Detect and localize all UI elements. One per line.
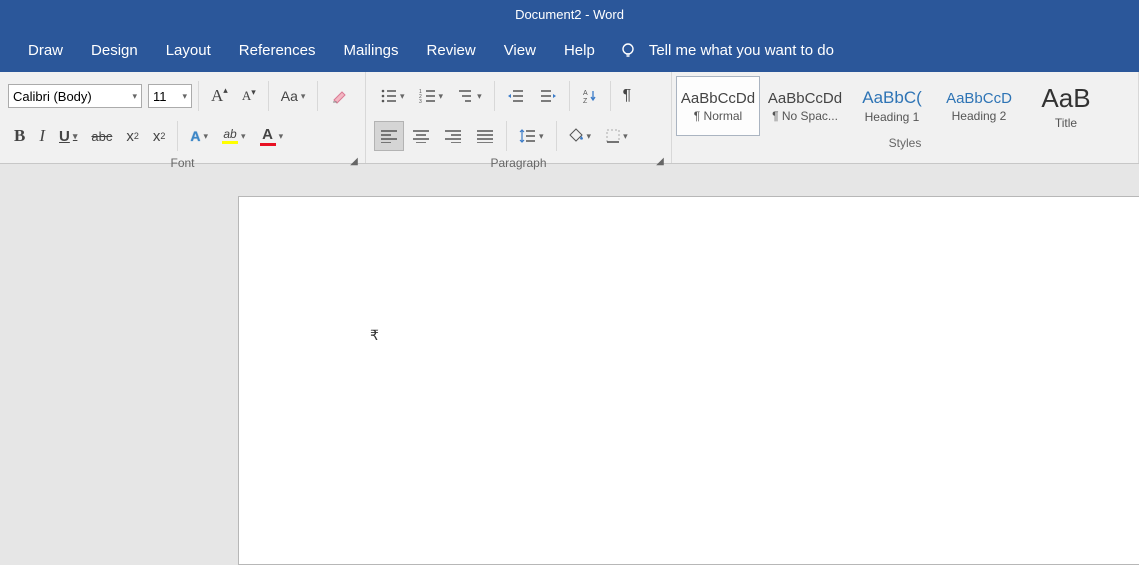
svg-text:A: A <box>583 90 588 97</box>
style-normal[interactable]: AaBbCcDd ¶ Normal <box>676 76 760 136</box>
dialog-launcher-icon[interactable]: ◢ <box>653 154 667 168</box>
group-label-styles: Styles <box>672 136 1138 156</box>
tell-me[interactable]: Tell me what you want to do <box>619 42 834 60</box>
bold-button[interactable]: B <box>8 121 31 151</box>
subscript-button[interactable]: x2 <box>120 121 145 151</box>
shrink-font-button[interactable]: A▾ <box>236 81 262 111</box>
title-bar: Document2 - Word <box>0 0 1139 29</box>
chevron-down-icon: ▾ <box>477 91 482 102</box>
separator <box>494 81 495 111</box>
borders-button[interactable]: ▾ <box>599 121 634 151</box>
separator <box>610 81 611 111</box>
decrease-indent-button[interactable] <box>501 81 531 111</box>
style-no-spacing[interactable]: AaBbCcDd ¶ No Spac... <box>763 76 847 136</box>
separator <box>556 121 557 151</box>
line-spacing-button[interactable]: ▾ <box>513 121 550 151</box>
shading-button[interactable]: ▾ <box>563 121 598 151</box>
separator <box>268 81 269 111</box>
group-font: Calibri (Body) ▾ 11 ▾ A▴ A▾ Aa▾ B <box>0 72 366 163</box>
show-marks-button[interactable]: ¶ <box>617 81 638 111</box>
chevron-down-icon: ▾ <box>182 91 187 102</box>
separator <box>317 81 318 111</box>
ribbon: Calibri (Body) ▾ 11 ▾ A▴ A▾ Aa▾ B <box>0 72 1139 164</box>
svg-text:3: 3 <box>419 99 422 104</box>
style-name: ¶ No Spac... <box>772 109 838 123</box>
style-heading-2[interactable]: AaBbCcD Heading 2 <box>937 76 1021 136</box>
tell-me-label: Tell me what you want to do <box>649 42 834 59</box>
highlight-color-swatch <box>222 141 238 144</box>
separator <box>198 81 199 111</box>
style-sample: AaBbCcDd <box>768 90 842 107</box>
chevron-down-icon: ▾ <box>279 131 284 142</box>
style-sample: AaB <box>1041 83 1090 114</box>
justify-button[interactable] <box>470 121 500 151</box>
lightbulb-icon <box>619 42 637 60</box>
ribbon-tabs: Draw Design Layout References Mailings R… <box>0 29 1139 72</box>
style-name: ¶ Normal <box>694 109 742 123</box>
styles-gallery[interactable]: AaBbCcDd ¶ Normal AaBbCcDd ¶ No Spac... … <box>672 72 1138 136</box>
chevron-down-icon: ▾ <box>539 131 544 142</box>
tab-design[interactable]: Design <box>77 29 152 72</box>
style-sample: AaBbC( <box>862 88 922 108</box>
text-effects-button[interactable]: A ▾ <box>184 121 214 151</box>
chevron-down-icon: ▾ <box>301 91 306 102</box>
svg-text:Z: Z <box>583 98 588 104</box>
align-center-button[interactable] <box>406 121 436 151</box>
chevron-down-icon: ▾ <box>204 131 209 142</box>
separator <box>506 121 507 151</box>
font-size-value: 11 <box>153 89 167 104</box>
group-paragraph: ▾ 123 ▾ ▾ AZ <box>366 72 672 163</box>
window-title: Document2 - Word <box>515 7 624 22</box>
chevron-down-icon: ▾ <box>73 131 78 142</box>
tab-layout[interactable]: Layout <box>152 29 225 72</box>
font-family-value: Calibri (Body) <box>13 89 92 104</box>
chevron-down-icon: ▾ <box>587 131 592 142</box>
group-label-paragraph: Paragraph ◢ <box>366 156 671 170</box>
style-name: Heading 1 <box>865 110 920 124</box>
style-sample: AaBbCcDd <box>681 90 755 107</box>
superscript-button[interactable]: x2 <box>147 121 172 151</box>
align-right-button[interactable] <box>438 121 468 151</box>
font-size-select[interactable]: 11 ▾ <box>148 84 192 108</box>
tab-view[interactable]: View <box>490 29 550 72</box>
text-cursor: ₹ <box>370 327 379 344</box>
dialog-launcher-icon[interactable]: ◢ <box>347 154 361 168</box>
bullets-button[interactable]: ▾ <box>374 81 411 111</box>
sort-button[interactable]: AZ <box>576 81 604 111</box>
style-sample: AaBbCcD <box>946 90 1012 107</box>
tab-draw[interactable]: Draw <box>14 29 77 72</box>
underline-button[interactable]: U▾ <box>53 121 83 151</box>
font-color-button[interactable]: A ▾ <box>254 121 290 151</box>
clear-formatting-button[interactable] <box>324 81 356 111</box>
font-color-swatch <box>260 143 276 146</box>
font-family-select[interactable]: Calibri (Body) ▾ <box>8 84 142 108</box>
grow-font-button[interactable]: A▴ <box>205 81 234 111</box>
tab-mailings[interactable]: Mailings <box>329 29 412 72</box>
increase-indent-button[interactable] <box>533 81 563 111</box>
tab-review[interactable]: Review <box>413 29 490 72</box>
chevron-down-icon: ▾ <box>132 91 137 102</box>
group-label-font: Font ◢ <box>0 156 365 170</box>
chevron-down-icon: ▾ <box>400 91 405 102</box>
style-name: Title <box>1055 116 1077 130</box>
change-case-button[interactable]: Aa▾ <box>275 81 312 111</box>
style-heading-1[interactable]: AaBbC( Heading 1 <box>850 76 934 136</box>
separator <box>177 121 178 151</box>
separator <box>569 81 570 111</box>
group-styles: AaBbCcDd ¶ Normal AaBbCcDd ¶ No Spac... … <box>672 72 1139 163</box>
style-title[interactable]: AaB Title <box>1024 76 1108 136</box>
chevron-down-icon: ▾ <box>241 131 246 142</box>
chevron-down-icon: ▾ <box>439 91 444 102</box>
multilevel-list-button[interactable]: ▾ <box>451 81 488 111</box>
italic-button[interactable]: I <box>33 121 51 151</box>
style-name: Heading 2 <box>952 109 1007 123</box>
tab-help[interactable]: Help <box>550 29 609 72</box>
align-left-button[interactable] <box>374 121 404 151</box>
document-page[interactable]: ₹ <box>238 196 1139 565</box>
numbering-button[interactable]: 123 ▾ <box>413 81 450 111</box>
chevron-down-icon: ▾ <box>623 131 628 142</box>
strikethrough-button[interactable]: abc <box>85 121 118 151</box>
highlight-button[interactable]: ab ▾ <box>216 121 252 151</box>
tab-references[interactable]: References <box>225 29 330 72</box>
